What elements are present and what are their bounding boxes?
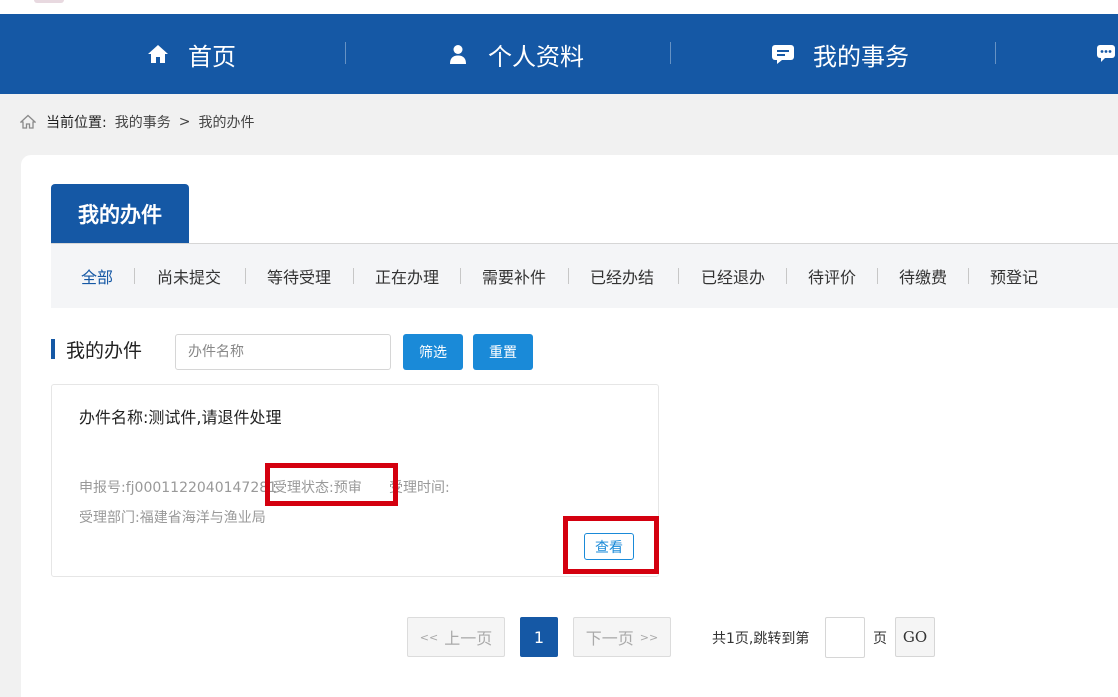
prev-page-label: 上一页 <box>444 629 493 648</box>
breadcrumb: 当前位置: 我的事务 > 我的办件 <box>19 112 262 132</box>
filter-tab-processing[interactable]: 正在办理 <box>375 244 439 308</box>
filter-tab-completed[interactable]: 已经办结 <box>590 244 654 308</box>
case-title: 办件名称:测试件,请退件处理 <box>79 404 282 428</box>
filter-tab-supplement[interactable]: 需要补件 <box>482 244 546 308</box>
filter-tab-not-submitted[interactable]: 尚未提交 <box>157 244 221 308</box>
nav-divider <box>345 42 346 64</box>
nav-affairs[interactable]: 我的事务 <box>771 14 909 94</box>
total-pages-text: 共1页,跳转到第 <box>712 631 810 647</box>
breadcrumb-my-cases: 我的办件 <box>198 115 255 131</box>
page-title-tab[interactable]: 我的办件 <box>51 184 189 244</box>
nav-profile-label: 个人资料 <box>488 42 584 71</box>
filter-divider <box>678 268 679 284</box>
filter-divider <box>460 268 461 284</box>
case-name-label: 办件名称: <box>79 408 149 427</box>
view-button[interactable]: 查看 <box>584 533 634 560</box>
filter-divider <box>245 268 246 284</box>
section-title: 我的办件 <box>66 340 143 362</box>
filter-divider <box>786 268 787 284</box>
logo-fragment <box>34 0 64 3</box>
filter-tab-returned[interactable]: 已经退办 <box>701 244 765 308</box>
case-department: 受理部门:福建省海洋与渔业局 <box>79 510 266 526</box>
page-jump-input[interactable] <box>825 617 865 658</box>
filter-divider <box>353 268 354 284</box>
filter-tab-awaiting[interactable]: 等待受理 <box>267 244 331 308</box>
case-card: 办件名称:测试件,请退件处理 申报号:fj0001122040147281 受理… <box>51 384 659 577</box>
filter-divider <box>877 268 878 284</box>
case-accept-time: 受理时间: <box>389 480 450 496</box>
breadcrumb-separator: > <box>178 114 191 130</box>
breadcrumb-home-icon <box>19 114 37 130</box>
chat-icon <box>1096 42 1118 66</box>
next-page-label: 下一页 <box>585 629 634 648</box>
filter-divider <box>134 268 135 284</box>
status-filter-bar: 全部 尚未提交 等待受理 正在办理 需要补件 已经办结 已经退办 待评价 待缴费… <box>51 244 1118 308</box>
next-arrows: >> <box>639 630 659 644</box>
case-apply-number: 申报号:fj0001122040147281 <box>79 480 278 496</box>
main-nav: 首页 个人资料 我的事务 <box>0 14 1118 94</box>
breadcrumb-my-affairs[interactable]: 我的事务 <box>115 112 171 132</box>
prev-arrows: << <box>419 630 439 644</box>
prev-page-button[interactable]: << 上一页 <box>407 617 505 657</box>
message-icon <box>771 42 795 66</box>
nav-divider <box>995 42 996 64</box>
filter-button[interactable]: 筛选 <box>403 334 463 370</box>
next-page-button[interactable]: 下一页 >> <box>573 617 671 657</box>
filter-divider <box>568 268 569 284</box>
nav-home[interactable]: 首页 <box>146 14 236 94</box>
filter-tab-to-evaluate[interactable]: 待评价 <box>808 244 856 308</box>
go-button[interactable]: GO <box>895 617 935 657</box>
case-name-search-input[interactable] <box>175 334 391 370</box>
reset-button[interactable]: 重置 <box>473 334 533 370</box>
nav-more[interactable] <box>1096 14 1118 94</box>
current-page[interactable]: 1 <box>520 617 558 657</box>
filter-tab-to-pay[interactable]: 待缴费 <box>899 244 947 308</box>
page-unit-label: 页 <box>873 631 887 647</box>
top-strip <box>0 0 1118 14</box>
nav-divider <box>670 42 671 64</box>
nav-home-label: 首页 <box>188 42 236 71</box>
case-status: 受理状态:预审 <box>273 480 362 496</box>
section-marker <box>51 339 55 359</box>
case-name-value: 测试件,请退件处理 <box>148 408 282 427</box>
nav-affairs-label: 我的事务 <box>813 42 909 71</box>
filter-tab-pre-registration[interactable]: 预登记 <box>990 244 1038 308</box>
filter-divider <box>968 268 969 284</box>
user-icon <box>446 42 470 66</box>
nav-profile[interactable]: 个人资料 <box>446 14 584 94</box>
home-icon <box>146 42 170 66</box>
breadcrumb-label: 当前位置: <box>46 115 107 131</box>
filter-tab-all[interactable]: 全部 <box>81 244 113 308</box>
